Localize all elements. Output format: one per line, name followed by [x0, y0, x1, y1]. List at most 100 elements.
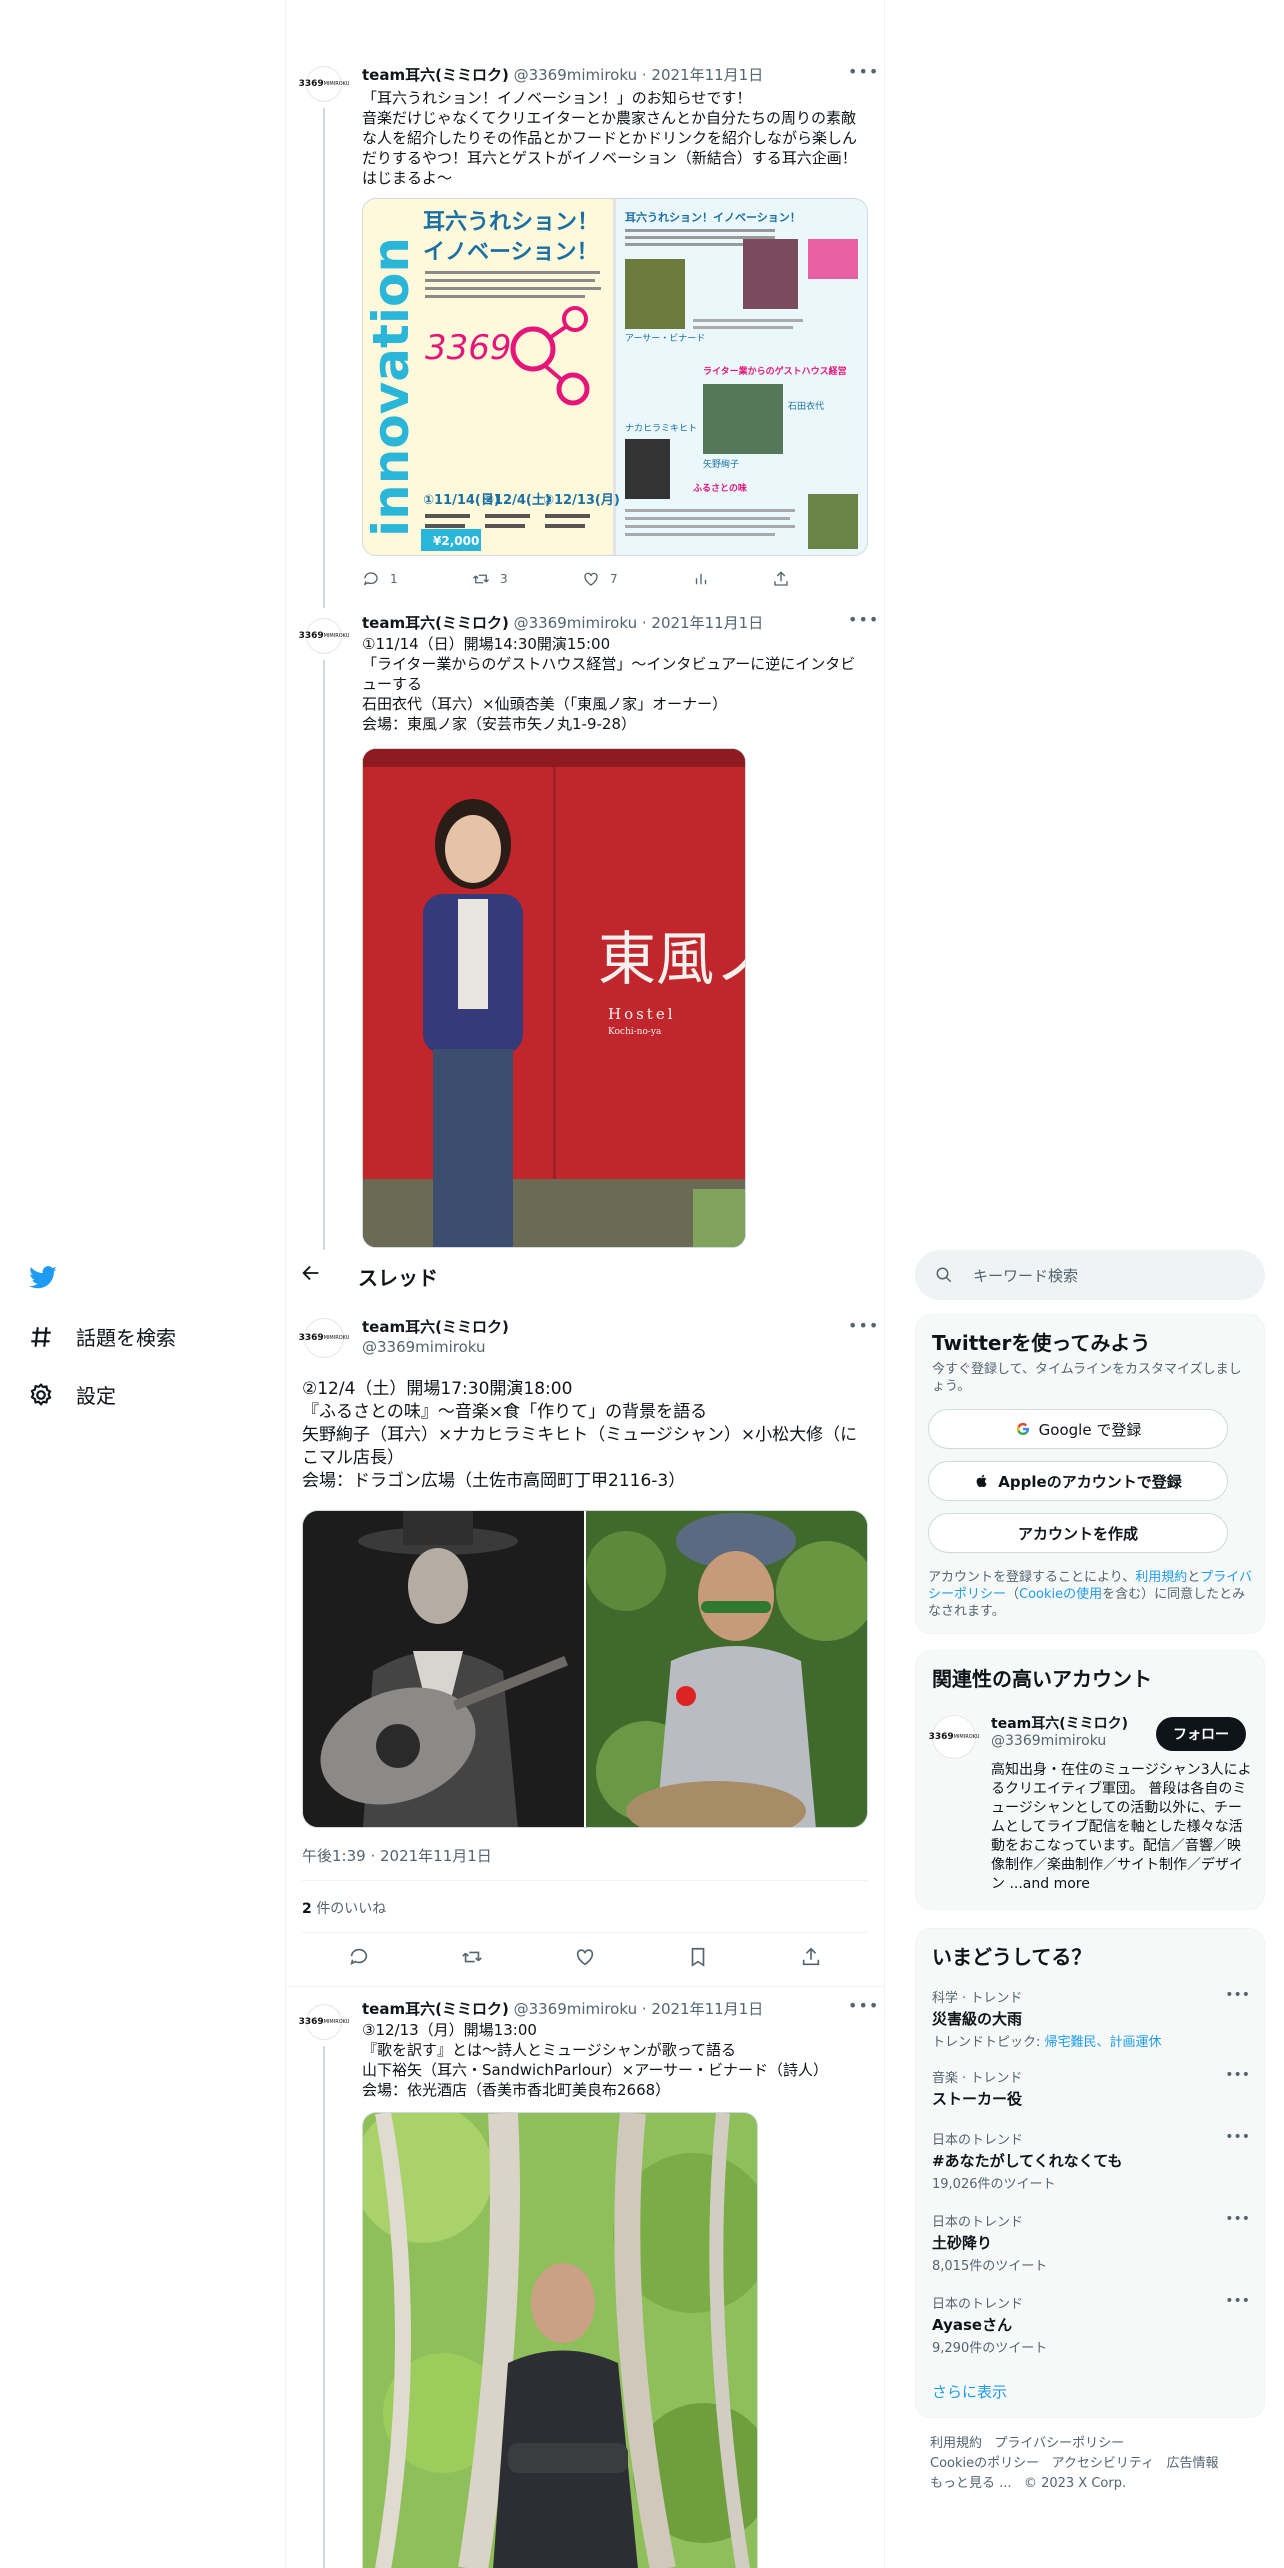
guitarist-graphic	[303, 1511, 584, 1827]
nav-settings-label: 設定	[76, 1384, 116, 1408]
google-signup-button[interactable]: Google で登録	[928, 1409, 1228, 1449]
author-handle[interactable]: @3369mimiroku	[362, 1338, 485, 1356]
trend-item[interactable]: 日本のトレンド Ayaseさん 9,290件のツイート •••	[932, 2293, 1250, 2356]
cookie-link[interactable]: Cookieの使用	[1019, 1587, 1102, 1602]
trend-item[interactable]: 日本のトレンド 土砂降り 8,015件のツイート •••	[932, 2211, 1250, 2274]
footer-more[interactable]: もっと見る ...	[930, 2476, 1012, 2491]
likes-summary[interactable]: 2 件のいいね	[302, 1898, 386, 1918]
footer-accessibility[interactable]: アクセシビリティ	[1052, 2456, 1155, 2471]
nav-explore-label: 話題を検索	[76, 1326, 176, 1350]
poet-in-tree-photo[interactable]	[362, 2112, 758, 2568]
trend-item[interactable]: 科学 · トレンド 災害級の大雨 トレンドトピック: 帰宅難民、計画運休 •••	[932, 1987, 1250, 2050]
tweet-header: team耳六(ミミロク) @3369mimiroku · 2021年11月1日	[362, 612, 763, 633]
related-account-name[interactable]: team耳六(ミミロク)	[991, 1713, 1128, 1733]
analytics-button[interactable]	[692, 570, 772, 588]
more-icon[interactable]: •••	[1225, 2211, 1250, 2227]
separator: ·	[641, 2000, 647, 2018]
trend-item[interactable]: 音楽 · トレンド ストーカー役 •••	[932, 2067, 1250, 2109]
back-button[interactable]	[300, 1262, 326, 1288]
share-button[interactable]	[800, 1946, 822, 1968]
apple-signup-button[interactable]: Appleのアカウントで登録	[928, 1461, 1228, 1501]
hostel-noren-photo[interactable]: 東風ノ家 Hostel Kochi-no-ya	[362, 748, 746, 1248]
more-icon[interactable]: •••	[1225, 2067, 1250, 2083]
reply-button[interactable]: 1	[362, 570, 472, 588]
terms-link[interactable]: 利用規約	[1135, 1570, 1187, 1585]
trend-topics-links[interactable]: 帰宅難民、計画運休	[1045, 2035, 1162, 2050]
thread-line	[323, 108, 325, 608]
poster-logo: 3369	[425, 328, 512, 368]
heart-icon	[576, 1949, 594, 1966]
poster-tag-2: ふるさとの味	[693, 482, 747, 494]
related-account-handle[interactable]: @3369mimiroku	[991, 1733, 1106, 1749]
poster-tag-1: ライター業からのゲストハウス経営	[703, 365, 847, 377]
tweet-timestamp[interactable]: 午後1:39 · 2021年11月1日	[302, 1845, 492, 1866]
avatar[interactable]: 3369 MIMIROKU	[929, 1715, 979, 1759]
footer-terms[interactable]: 利用規約	[930, 2436, 982, 2451]
search-input[interactable]: キーワード検索	[915, 1250, 1265, 1300]
like-button[interactable]	[574, 1946, 596, 1968]
footer-cookie[interactable]: Cookieのポリシー	[930, 2456, 1039, 2471]
author-handle[interactable]: @3369mimiroku	[514, 614, 637, 632]
share-button[interactable]	[772, 570, 790, 588]
noren-sub-label: Kochi-no-ya	[608, 1027, 662, 1037]
author-name[interactable]: team耳六(ミミロク)	[362, 2000, 509, 2018]
retweet-count: 3	[500, 572, 508, 586]
divider	[286, 1986, 884, 1987]
poet-graphic	[363, 2113, 757, 2568]
trend-category: 日本のトレンド	[932, 2215, 1024, 2230]
avatar[interactable]: 3369 MIMIROKU	[299, 1318, 349, 1358]
like-button[interactable]: 7	[582, 570, 692, 588]
tweet-text: ②12/4（土）開場17:30開演18:00 『ふるさとの味』～音楽×食「作りて…	[302, 1379, 858, 1491]
apple-icon	[976, 1474, 987, 1488]
tweet-date[interactable]: 2021年11月1日	[651, 66, 763, 84]
legal-paren: （	[1006, 1587, 1020, 1602]
footer-privacy[interactable]: プライバシーポリシー	[994, 2436, 1124, 2451]
poster-title-line1: 耳六うれション！	[423, 210, 599, 235]
more-icon[interactable]: •••	[848, 62, 879, 81]
more-icon[interactable]: •••	[1225, 1987, 1250, 2003]
event-poster-image[interactable]: innovation 耳六うれション！ イノベーション！ 3369 ①11/14…	[362, 198, 868, 556]
guitarist-photo[interactable]	[303, 1511, 584, 1827]
show-more-link[interactable]: さらに表示	[932, 2381, 1007, 2402]
author-name[interactable]: team耳六(ミミロク)	[362, 66, 509, 84]
author-name[interactable]: team耳六(ミミロク)	[362, 1316, 509, 1337]
poster-tag-5: 石田衣代	[788, 400, 824, 412]
more-icon[interactable]: •••	[848, 610, 879, 629]
author-name[interactable]: team耳六(ミミロク)	[362, 614, 509, 632]
bookmark-button[interactable]	[687, 1946, 709, 1968]
more-icon[interactable]: •••	[848, 1996, 879, 2015]
more-icon[interactable]: •••	[1225, 2129, 1250, 2145]
retweet-button[interactable]	[461, 1946, 483, 1968]
divider	[302, 1932, 868, 1933]
retweet-button[interactable]: 3	[472, 570, 582, 588]
trend-count: 9,290件のツイート	[932, 2341, 1048, 2356]
footer-ads-info[interactable]: 広告情報	[1167, 2456, 1219, 2471]
avatar[interactable]: 3369 MIMIROKU	[299, 618, 349, 654]
google-icon	[1016, 1422, 1029, 1436]
more-icon[interactable]: •••	[1225, 2293, 1250, 2309]
trend-category: 科学 · トレンド	[932, 1991, 1023, 2006]
avatar[interactable]: 3369 MIMIROKU	[299, 66, 349, 102]
farmer-photo[interactable]	[586, 1511, 867, 1827]
tweet-date[interactable]: 2021年11月1日	[651, 614, 763, 632]
author-handle[interactable]: @3369mimiroku	[514, 2000, 637, 2018]
thread-line	[323, 660, 325, 1250]
search-icon	[936, 1267, 952, 1283]
nav-settings[interactable]: 設定	[28, 1380, 116, 1409]
trend-name: 土砂降り	[932, 2234, 993, 2252]
follow-button[interactable]: フォロー	[1156, 1717, 1246, 1751]
create-account-button[interactable]: アカウントを作成	[928, 1513, 1228, 1553]
poster-tag-4: ナカヒラミキヒト	[625, 423, 697, 434]
related-title: 関連性の高いアカウント	[932, 1667, 1152, 1691]
more-icon[interactable]: •••	[848, 1316, 879, 1335]
reply-button[interactable]	[348, 1946, 370, 1968]
tweet-date[interactable]: 2021年11月1日	[651, 2000, 763, 2018]
gear-icon	[30, 1382, 52, 1406]
trend-item[interactable]: 日本のトレンド #あなたがしてくれなくても 19,026件のツイート •••	[932, 2129, 1250, 2192]
avatar[interactable]: 3369 MIMIROKU	[299, 2004, 349, 2040]
related-accounts-card: 関連性の高いアカウント 3369 MIMIROKU team耳六(ミミロク) @3…	[915, 1650, 1265, 1910]
twitter-logo[interactable]	[28, 1262, 58, 1292]
nav-explore[interactable]: 話題を検索	[28, 1322, 176, 1351]
tweet-text: ③12/13（月）開場13:00 『歌を訳す』とは〜詩人とミュージシャンが歌って…	[362, 2021, 829, 2099]
author-handle[interactable]: @3369mimiroku	[514, 66, 637, 84]
